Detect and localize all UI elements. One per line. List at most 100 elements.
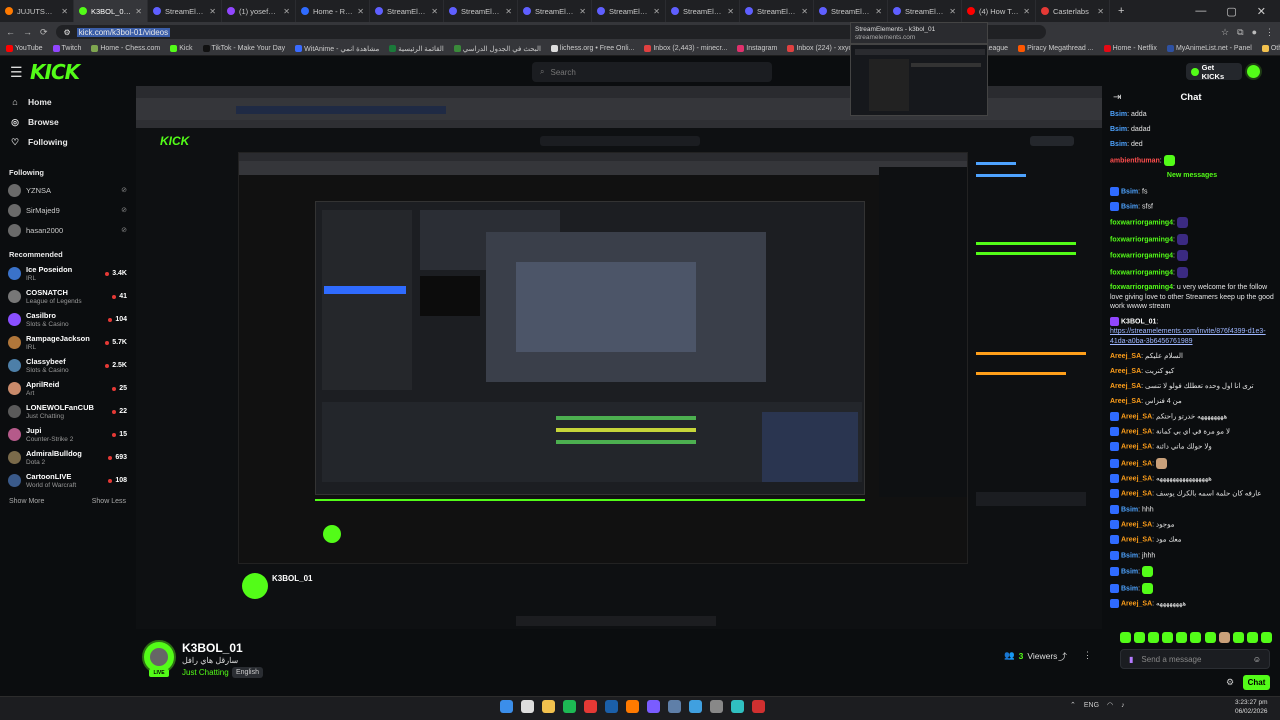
chat-username[interactable]: Areej_SA [1121, 491, 1152, 498]
browser-tab[interactable]: StreamElements✕ [592, 0, 666, 22]
emoji-picker-icon[interactable]: ☺ [1253, 655, 1261, 664]
browser-tab[interactable]: StreamElements✕ [148, 0, 222, 22]
emote-icon[interactable] [1176, 632, 1188, 643]
tab-close-icon[interactable]: ✕ [283, 7, 290, 16]
recommended-item[interactable]: Ice Poseidon IRL 3.4K [0, 262, 135, 285]
sidebar-item-home[interactable]: ⌂ Home [0, 92, 135, 112]
chat-username[interactable]: K3BOL_01 [1121, 319, 1156, 326]
app3-icon[interactable] [689, 700, 702, 713]
browser-tab[interactable]: StreamElements✕ [518, 0, 592, 22]
maximize-icon[interactable]: ▢ [1226, 5, 1236, 18]
emote-icon[interactable] [1232, 632, 1244, 643]
emote-icon[interactable] [1218, 632, 1230, 643]
browser-menu-icon[interactable]: ⋮ [1265, 27, 1274, 38]
bookmark-item[interactable]: القائمة الرئيسية [389, 45, 444, 53]
start-icon[interactable] [500, 700, 513, 713]
bookmark-star-icon[interactable]: ☆ [1221, 27, 1229, 38]
browser-tab[interactable]: K3BOL_01 Videos ✕ [74, 0, 148, 22]
emote-icon[interactable] [1148, 632, 1160, 643]
app5-icon[interactable] [731, 700, 744, 713]
discord-icon[interactable] [647, 700, 660, 713]
app4-icon[interactable] [710, 700, 723, 713]
taskbar-clock[interactable]: 3:23:27 pm 06/02/2026 [1235, 698, 1268, 716]
chat-username[interactable]: Areej_SA [1110, 368, 1141, 375]
chat-username[interactable]: Bsim [1121, 585, 1138, 592]
browser-tab[interactable]: (1) yosef9o_ - Twi✕ [222, 0, 296, 22]
tab-close-icon[interactable]: ✕ [209, 7, 216, 16]
chat-username[interactable]: Bsim [1121, 568, 1138, 575]
kick-logo[interactable]: KICK [30, 60, 80, 84]
sidebar-item-following[interactable]: ♡ Following [0, 132, 135, 152]
tab-close-icon[interactable]: ✕ [505, 7, 512, 16]
chat-username[interactable]: Areej_SA [1110, 398, 1141, 405]
recommended-item[interactable]: Jupi Counter-Strike 2 15 [0, 423, 135, 446]
tab-close-icon[interactable]: ✕ [1023, 7, 1030, 16]
emote-icon[interactable] [1260, 632, 1272, 643]
file-explorer-icon[interactable] [542, 700, 555, 713]
tab-close-icon[interactable]: ✕ [579, 7, 586, 16]
chat-send-button[interactable]: Chat [1243, 675, 1270, 690]
chat-username[interactable]: foxwarriorgaming4 [1110, 284, 1173, 291]
firefox-icon[interactable] [626, 700, 639, 713]
taskview-icon[interactable] [521, 700, 534, 713]
chat-identity-icon[interactable]: ▮ [1129, 655, 1133, 664]
bookmark-item[interactable]: Home - Netflix [1103, 45, 1157, 52]
bookmark-item[interactable]: Home - Chess.com [91, 45, 160, 52]
app-icon[interactable] [584, 700, 597, 713]
chat-username[interactable]: Bsim [1110, 111, 1127, 118]
chat-link[interactable]: https://streamelements.com/invite/876f43… [1110, 328, 1266, 345]
browser-tab[interactable]: (4) How To Comb ✕ [962, 0, 1036, 22]
share-icon[interactable]: ⤴ [1058, 650, 1067, 663]
tab-close-icon[interactable]: ✕ [875, 7, 882, 16]
bookmark-item[interactable]: WitAnime - مشاهدة انمي [295, 45, 379, 53]
bookmark-item[interactable]: Twitch [52, 45, 81, 52]
chat-username[interactable]: foxwarriorgaming4 [1110, 220, 1173, 227]
tab-close-icon[interactable]: ✕ [1097, 7, 1104, 16]
bookmark-item[interactable]: lichess.org • Free Onli... [550, 45, 634, 52]
volume-icon[interactable]: ♪ [1121, 702, 1125, 709]
recommended-item[interactable]: LONEWOLFanCUB Just Chatting 22 [0, 400, 135, 423]
chat-username[interactable]: Bsim [1121, 506, 1138, 513]
emote-icon[interactable] [1162, 632, 1174, 643]
chat-username[interactable]: foxwarriorgaming4 [1110, 269, 1173, 276]
emote-icon[interactable] [1134, 632, 1146, 643]
emote-icon[interactable] [1204, 632, 1216, 643]
search-input[interactable]: ⌕ Search [532, 62, 772, 82]
browser-tab[interactable]: StreamElements✕ [444, 0, 518, 22]
bookmark-item[interactable]: Kick [170, 45, 193, 52]
browser-tab[interactable]: JUJUTSU KAISEN✕ [0, 0, 74, 22]
profile-icon[interactable]: ● [1252, 27, 1257, 37]
bookmark-item[interactable]: MyAnimeList.net - Panel [1166, 45, 1252, 52]
spotify-icon[interactable] [563, 700, 576, 713]
tray-lang[interactable]: ENG [1084, 702, 1099, 709]
recommended-item[interactable]: Classybeef Slots & Casino 2.5K [0, 354, 135, 377]
chat-username[interactable]: Bsim [1110, 141, 1127, 148]
browser-tab[interactable]: StreamElements✕ [666, 0, 740, 22]
bookmark-item[interactable]: YouTube [6, 45, 43, 52]
show-more-button[interactable]: Show More [9, 498, 44, 505]
recommended-item[interactable]: CartoonLIVE World of Warcraft 108 [0, 469, 135, 492]
chat-username[interactable]: Areej_SA [1121, 475, 1152, 482]
chat-username[interactable]: Bsim [1121, 203, 1138, 210]
browser-tab[interactable]: StreamElements✕ [370, 0, 444, 22]
following-item[interactable]: hasan2000 ⊘ [0, 220, 135, 240]
back-icon[interactable]: ← [6, 27, 15, 37]
video-player[interactable]: KICK K3BOL_01 [136, 86, 1102, 629]
browser-tab[interactable]: Casterlabs ✕ [1036, 0, 1110, 22]
chat-username[interactable]: foxwarriorgaming4 [1110, 236, 1173, 243]
bookmark-item[interactable]: Inbox (2,443) - minecr... [644, 45, 727, 52]
extensions-icon[interactable]: ⧉ [1237, 27, 1243, 38]
chat-username[interactable]: Areej_SA [1121, 460, 1152, 467]
hamburger-menu-icon[interactable]: ☰ [10, 64, 23, 81]
stream-category[interactable]: Just Chatting [182, 668, 229, 677]
chat-username[interactable]: Bsim [1121, 552, 1138, 559]
chat-username[interactable]: ambienthuman [1110, 157, 1160, 164]
recommended-item[interactable]: RampageJackson IRL 5.7K [0, 331, 135, 354]
recommended-item[interactable]: COSNATCH League of Legends 41 [0, 285, 135, 308]
chat-settings-icon[interactable]: ⚙ [1226, 677, 1234, 688]
get-kicks-button[interactable]: Get KICKs [1186, 63, 1242, 81]
tab-close-icon[interactable]: ✕ [357, 7, 364, 16]
bookmark-item[interactable]: TikTok - Make Your Day [202, 45, 285, 52]
forward-icon[interactable]: → [23, 27, 32, 37]
app6-icon[interactable] [752, 700, 765, 713]
